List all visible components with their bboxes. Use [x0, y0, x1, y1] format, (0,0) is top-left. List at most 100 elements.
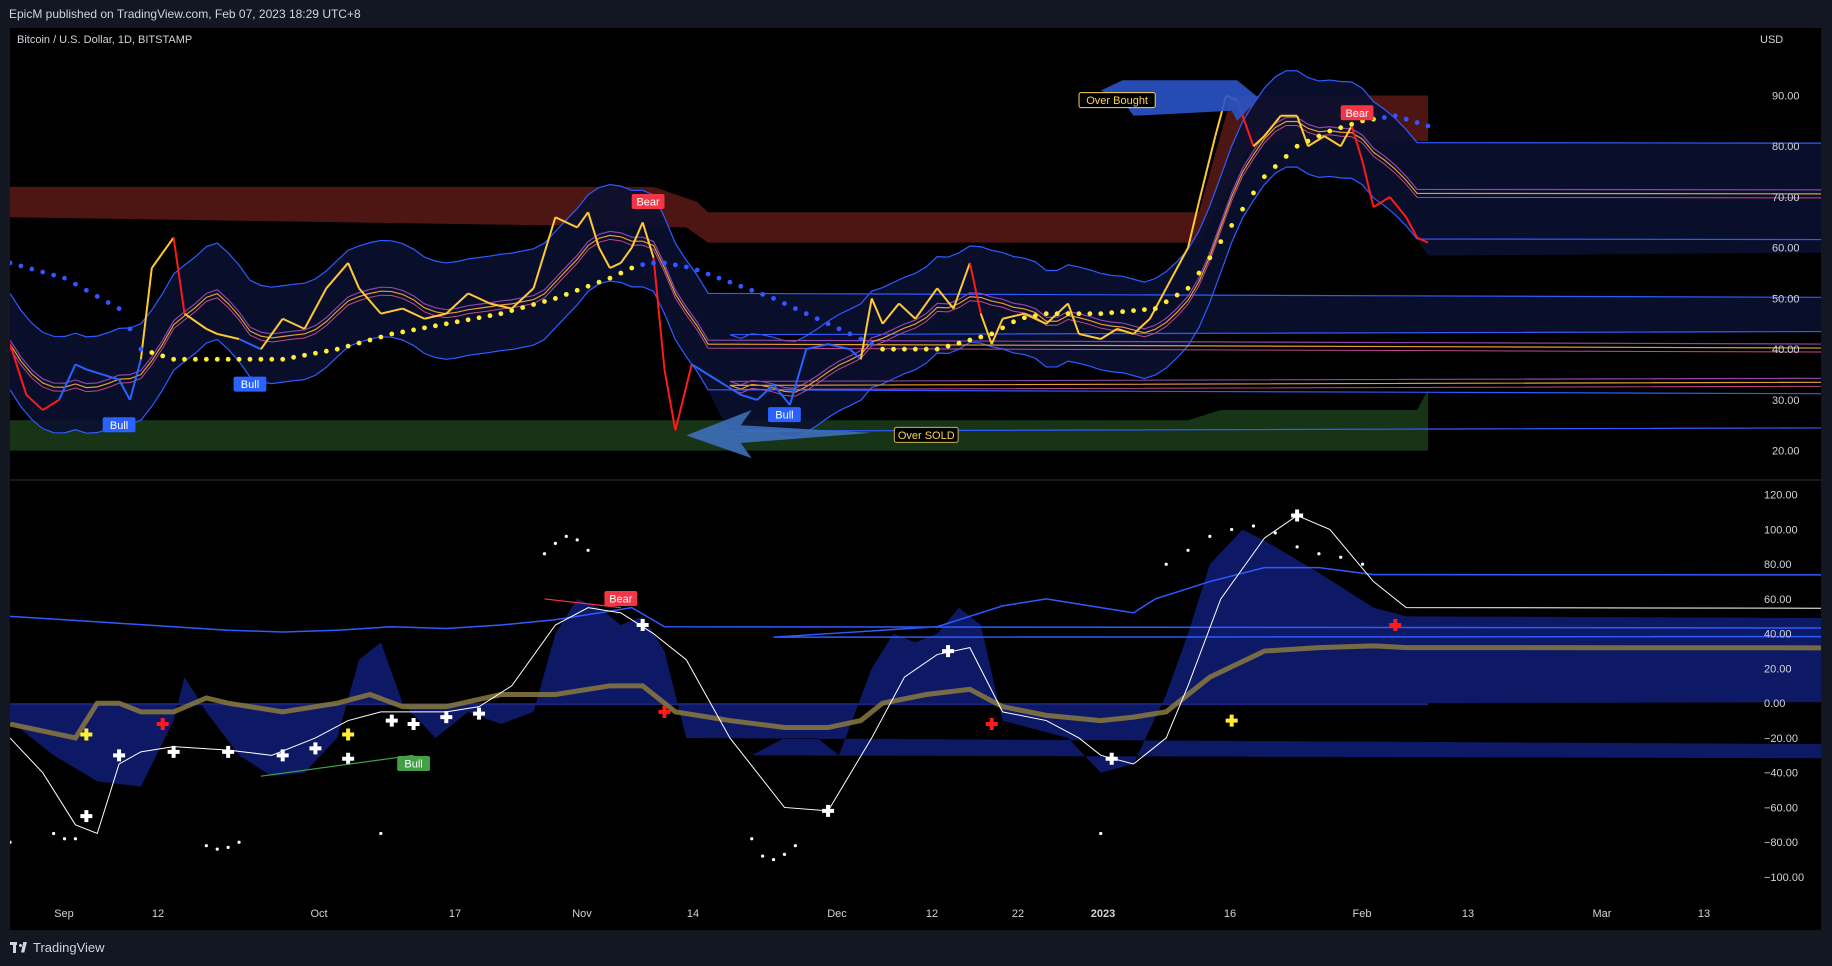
white-dot	[52, 831, 56, 836]
lower-axis-tick: 80.00	[1764, 559, 1792, 571]
upper-axis-tick: 70.00	[1772, 192, 1800, 204]
lower-axis-tick: −60.00	[1764, 802, 1798, 814]
supertrend-dot	[1425, 123, 1431, 129]
supertrend-dot	[1240, 206, 1245, 212]
white-plus-marker	[342, 752, 355, 765]
time-axis-tick: 13	[1698, 908, 1710, 920]
bull-label-upper-3-text: Bull	[775, 410, 793, 422]
upper-axis-tick: 60.00	[1772, 243, 1800, 255]
lower-axis-tick: 20.00	[1764, 663, 1792, 675]
supertrend-dot	[498, 311, 504, 317]
supertrend-dot	[1316, 133, 1322, 139]
supertrend-dot	[771, 296, 776, 301]
supertrend-dot	[40, 269, 46, 275]
supertrend-dot	[956, 340, 962, 346]
white-plus-marker	[80, 810, 93, 823]
supertrend-dot	[531, 302, 536, 307]
chart-area[interactable]: Over Bought Over SOLD Bear Bear Bull Bull Bull…	[10, 28, 1821, 930]
supertrend-dot	[193, 356, 198, 362]
supertrend-dot	[443, 321, 449, 327]
supertrend-dot	[836, 326, 842, 332]
supertrend-dot	[1251, 190, 1256, 196]
time-axis-tick: 12	[926, 908, 938, 920]
supertrend-dot	[1131, 308, 1136, 314]
white-dot	[1164, 562, 1168, 566]
white-dot	[750, 837, 754, 841]
supertrend-dot	[1283, 153, 1289, 159]
supertrend-dot	[171, 356, 177, 362]
supertrend-dot	[607, 275, 613, 281]
supertrend-dot	[792, 306, 798, 311]
brand-name: TradingView	[33, 940, 105, 955]
supertrend-dot	[1196, 270, 1202, 276]
supertrend-dot	[411, 327, 416, 333]
supertrend-dot	[356, 340, 362, 346]
supertrend-dot	[1403, 116, 1409, 122]
white-dot	[10, 840, 12, 844]
white-dot	[379, 831, 383, 836]
supertrend-dot	[1152, 306, 1158, 311]
published-by: EpicM published on TradingView.com, Feb …	[9, 7, 361, 21]
supertrend-dot	[683, 264, 689, 270]
supertrend-dot	[258, 356, 264, 362]
supertrend-dot	[214, 356, 220, 362]
white-dot	[215, 847, 219, 851]
supertrend-dot	[1043, 311, 1049, 317]
time-axis-tick: Sep	[54, 908, 74, 920]
supertrend-dot	[978, 334, 984, 340]
supertrend-dot	[476, 315, 482, 321]
supertrend-dot	[651, 260, 656, 266]
white-dot	[1360, 562, 1365, 566]
supertrend-dot	[433, 323, 438, 329]
bear-label-upper-1: Bear	[631, 194, 665, 210]
lower-axis-tick: −20.00	[1764, 733, 1798, 745]
white-dot	[793, 844, 797, 848]
supertrend-dot	[825, 321, 831, 327]
supertrend-dot	[1011, 319, 1016, 325]
supertrend-dot	[1163, 299, 1169, 305]
white-dot	[1208, 534, 1212, 538]
supertrend-dot	[945, 343, 951, 349]
symbol-title[interactable]: Bitcoin / U.S. Dollar, 1D, BITSTAMP	[17, 34, 192, 46]
supertrend-dot	[869, 341, 875, 347]
supertrend-dot	[1076, 311, 1082, 317]
supertrend-dot	[1349, 121, 1355, 127]
oversold-label-text: Over SOLD	[898, 430, 955, 442]
supertrend-dot	[1185, 285, 1191, 291]
time-axis-tick: 16	[1224, 908, 1236, 920]
time-axis-tick: 13	[1462, 908, 1474, 920]
supertrend-dot	[1261, 174, 1267, 180]
supertrend-dot	[640, 262, 646, 268]
supertrend-dot	[29, 266, 35, 272]
supertrend-dot	[694, 267, 700, 273]
supertrend-dot	[236, 356, 242, 362]
time-axis-tick: Dec	[827, 908, 847, 920]
tradingview-logo[interactable]: TradingView	[10, 940, 105, 955]
time-axis-tick: Feb	[1353, 908, 1372, 920]
supertrend-dot	[1272, 164, 1278, 169]
lower-axis-tick: 100.00	[1764, 524, 1798, 536]
supertrend-dot	[1109, 310, 1115, 316]
supertrend-dot	[574, 287, 580, 293]
supertrend-dot	[323, 348, 329, 354]
supertrend-dot	[1174, 292, 1180, 298]
supertrend-dot	[269, 356, 275, 362]
lower-axis-tick: −100.00	[1764, 872, 1804, 884]
supertrend-dot	[1032, 313, 1038, 319]
oversold-label: Over SOLD	[893, 426, 959, 443]
supertrend-dot	[596, 279, 602, 285]
white-dot	[1251, 524, 1256, 528]
white-dot	[564, 534, 568, 538]
upper-axis-tick: 50.00	[1772, 293, 1800, 305]
supertrend-dot	[520, 305, 526, 310]
upper-axis-tick: 90.00	[1772, 91, 1800, 103]
white-dot	[761, 854, 765, 858]
chart-svg[interactable]: Over Bought Over SOLD Bear Bear Bull Bull Bull…	[10, 28, 1821, 930]
currency-label: USD	[1760, 34, 1784, 46]
white-dot	[237, 840, 241, 844]
supertrend-dot	[94, 294, 100, 299]
white-plus-marker	[222, 745, 235, 758]
white-dot	[782, 852, 787, 856]
supertrend-dot	[1392, 113, 1398, 119]
supertrend-dot	[760, 291, 766, 297]
